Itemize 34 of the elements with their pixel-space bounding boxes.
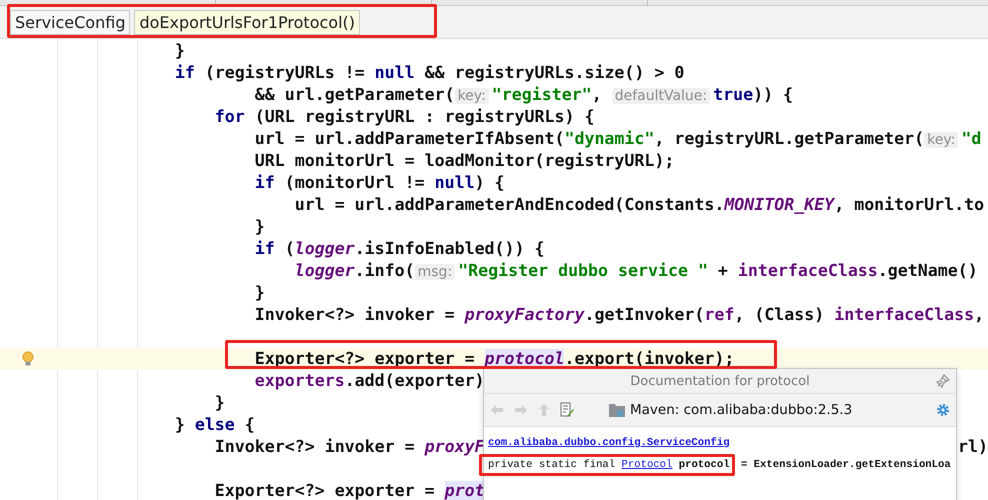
- declaration-text: private static final Protocol protocol = ExtensionLoader.getExtensionLoa: [479, 454, 952, 476]
- code-line: Exporter<?> exporter = protocol.export(invoker);: [254, 349, 734, 368]
- code-line: if (monitorUrl != null) {: [254, 173, 505, 192]
- class-link[interactable]: com.alibaba.dubbo.config.ServiceConfig: [488, 435, 952, 451]
- code-line: exporters.add(exporter): [254, 371, 485, 390]
- type-link[interactable]: Protocol: [622, 459, 672, 471]
- code-line: url = url.addParameterAndEncoded(Constants.MONITOR_KEY, monitorUrl.to: [294, 195, 984, 214]
- settings-icon[interactable]: [936, 403, 950, 417]
- code-line: logger.info( msg: "Register dubbo service " + interfaceClass.getName(): [294, 261, 978, 280]
- code-line: if (logger.isInfoEnabled()) {: [254, 239, 545, 258]
- code-line: for (URL registryURL : registryURLs) {: [214, 107, 594, 126]
- code-line: }: [254, 217, 265, 236]
- code-line: rl): [958, 436, 988, 458]
- pin-icon[interactable]: [936, 374, 950, 388]
- back-icon[interactable]: [490, 404, 504, 416]
- lightbulb-icon[interactable]: [22, 351, 34, 367]
- code-line: URL monitorUrl = loadMonitor(registryURL);: [254, 151, 674, 170]
- up-icon[interactable]: [538, 403, 550, 417]
- forward-icon[interactable]: [514, 404, 528, 416]
- code-line: url = url.addParameterIfAbsent("dynamic", registryURL.getParameter( key: "d: [254, 129, 982, 148]
- library-label: Maven: com.alibaba:dubbo:2.5.3: [630, 402, 852, 418]
- code-line: } else {: [174, 415, 255, 434]
- breadcrumb[interactable]: ServiceConfig: [10, 10, 130, 34]
- code-line: && url.getParameter( key: "register", defaultValue: true)) {: [254, 85, 794, 104]
- popup-title: Documentation for protocol: [630, 374, 810, 388]
- code-line: Invoker<?> invoker = proxyF: [214, 437, 485, 456]
- code-line: }: [174, 41, 185, 60]
- edit-source-icon[interactable]: [560, 402, 574, 418]
- code-line: }: [214, 393, 225, 412]
- code-line: Invoker<?> invoker = proxyFactory.getInvoker(ref, (Class) interfaceClass,: [254, 305, 984, 324]
- code-line: if (registryURLs != null && registryURLs.size() > 0: [174, 63, 684, 82]
- code-line: }: [254, 283, 265, 302]
- breadcrumb[interactable]: doExportUrlsFor1Protocol(): [134, 10, 360, 34]
- library-icon: [608, 402, 626, 418]
